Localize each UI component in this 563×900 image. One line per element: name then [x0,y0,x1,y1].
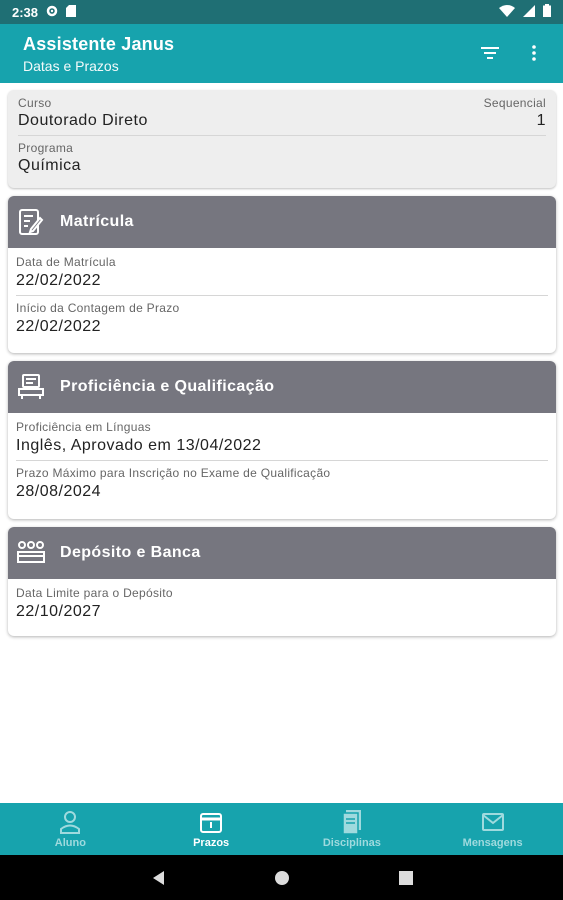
wifi-icon [499,4,515,20]
nav-disciplinas[interactable]: Disciplinas [282,803,423,855]
field-value: 22/02/2022 [16,272,102,289]
status-bar: 2:38 [0,0,563,24]
gear-icon [46,5,58,20]
field-label: Data de Matrícula [16,255,116,269]
books-icon [340,809,364,834]
section-title: Depósito e Banca [60,544,201,561]
certificate-icon [16,372,46,402]
sequencial-value: 1 [536,112,546,129]
form-edit-icon [16,207,46,237]
bottom-navigation: Aluno Prazos Disciplinas Mensagens [0,803,563,855]
system-navigation-bar [0,855,563,900]
field-data-matricula: Data de Matrícula 22/02/2022 [16,255,548,290]
field-label: Data Limite para o Depósito [16,586,173,600]
curso-label: Curso [18,96,52,110]
divider [18,135,546,136]
programa-value: Química [18,157,82,174]
sd-card-icon [66,4,77,20]
section-header: Matrícula [8,196,556,248]
field-label: Proficiência em Línguas [16,420,151,434]
nav-label: Disciplinas [322,836,381,849]
app-bar: Assistente Janus Datas e Prazos [0,24,563,83]
field-label: Prazo Máximo para Inscrição no Exame de … [16,466,331,480]
person-icon [58,810,82,834]
more-options-icon[interactable] [523,42,545,64]
section-deposito-banca: Depósito e Banca Data Limite para o Depó… [8,527,556,636]
field-proficiencia-linguas: Proficiência em Línguas Inglês, Aprovado… [16,420,548,455]
section-title: Proficiência e Qualificação [60,378,275,395]
nav-label: Aluno [54,836,86,849]
section-header: Proficiência e Qualificação [8,361,556,413]
mail-icon [481,810,505,834]
field-prazo-qualificacao: Prazo Máximo para Inscrição no Exame de … [16,466,548,501]
status-time: 2:38 [12,4,39,20]
sequencial-label: Sequencial [483,96,546,110]
calendar-icon [199,810,223,834]
back-icon[interactable] [146,866,170,890]
nav-label: Prazos [193,836,230,849]
home-icon[interactable] [270,866,294,890]
nav-aluno[interactable]: Aluno [0,803,141,855]
nav-prazos[interactable]: Prazos [141,803,282,855]
committee-icon [16,538,46,568]
field-value: 22/10/2027 [16,603,102,620]
section-proficiencia: Proficiência e Qualificação Proficiência… [8,361,556,519]
battery-icon [543,4,551,20]
filter-icon[interactable] [479,42,501,64]
field-value: 22/02/2022 [16,318,102,335]
field-value: 28/08/2024 [16,483,102,500]
field-inicio-contagem: Início da Contagem de Prazo 22/02/2022 [16,301,548,336]
signal-icon [523,4,535,20]
divider [16,460,548,461]
section-matricula: Matrícula Data de Matrícula 22/02/2022 I… [8,196,556,353]
main-content: Curso Doutorado Direto Sequencial 1 Prog… [8,90,556,636]
nav-label: Mensagens [462,836,523,849]
curso-value: Doutorado Direto [18,112,148,129]
section-header: Depósito e Banca [8,527,556,579]
field-value: Inglês, Aprovado em 13/04/2022 [16,437,262,454]
section-title: Matrícula [60,213,134,230]
nav-mensagens[interactable]: Mensagens [422,803,563,855]
field-data-limite-deposito: Data Limite para o Depósito 22/10/2027 [16,586,548,621]
programa-label: Programa [18,141,74,155]
field-label: Início da Contagem de Prazo [16,301,180,315]
divider [16,295,548,296]
course-info-card: Curso Doutorado Direto Sequencial 1 Prog… [8,90,556,188]
recents-icon[interactable] [394,866,418,890]
